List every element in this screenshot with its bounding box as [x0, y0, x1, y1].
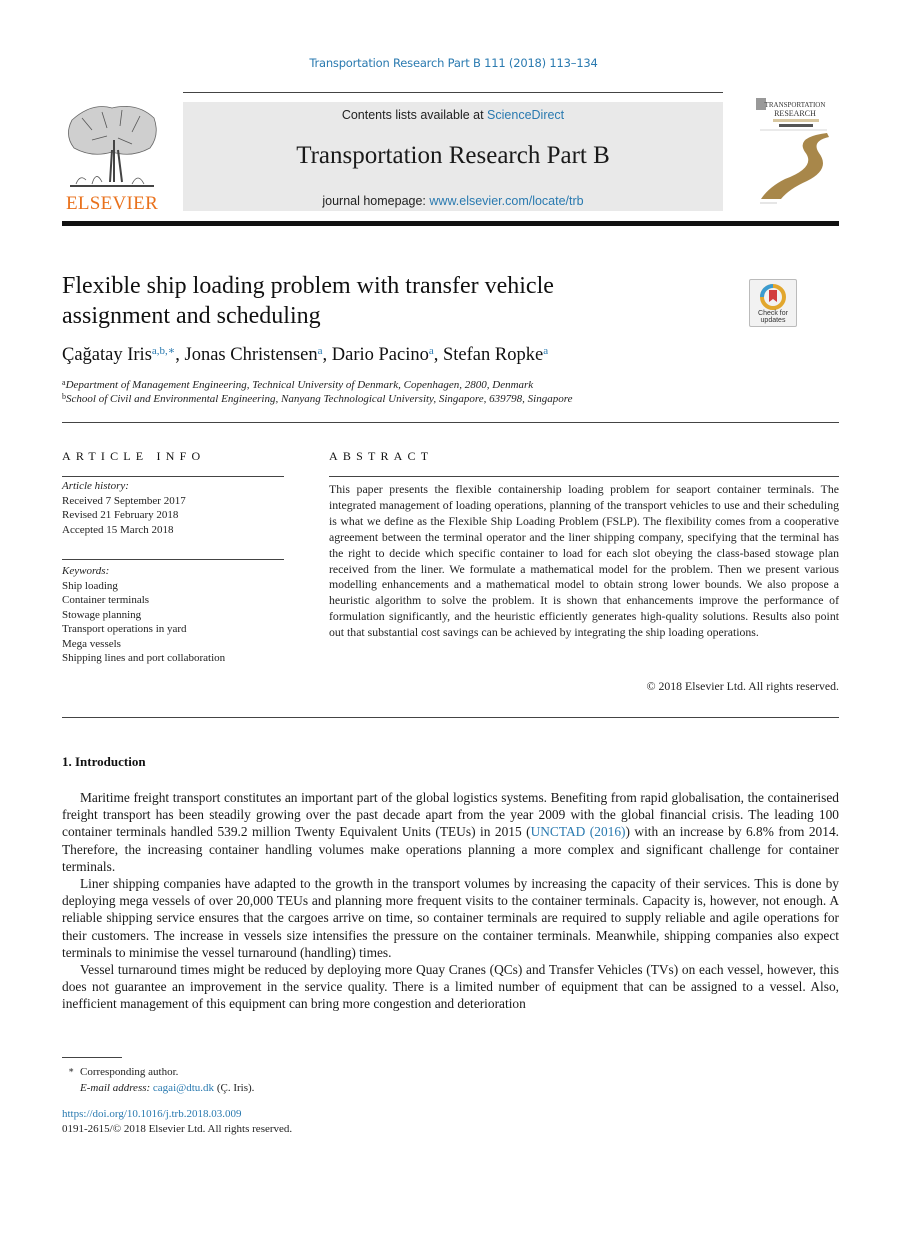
author-marks[interactable]: a,b,∗: [152, 345, 175, 357]
divider: [62, 717, 839, 718]
journal-homepage-link[interactable]: www.elsevier.com/locate/trb: [429, 194, 583, 208]
history-accepted: Accepted 15 March 2018: [62, 523, 174, 536]
journal-cover[interactable]: TRANSPORTATION RESEARCH: [755, 97, 831, 207]
header-rule: [183, 92, 723, 93]
keyword: Shipping lines and port collaboration: [62, 652, 226, 664]
paper-title-line2: assignment and scheduling: [62, 303, 321, 329]
paragraph: Liner shipping companies have adapted to…: [62, 876, 839, 960]
keyword: Transport operations in yard: [62, 623, 187, 635]
crossmark-line1: Check for: [758, 310, 789, 317]
footnote-rule: [62, 1057, 122, 1058]
corresponding-author: Corresponding author.: [80, 1066, 179, 1078]
history-received: Received 7 September 2017: [62, 494, 186, 507]
doi-block: https://doi.org/10.1016/j.trb.2018.03.00…: [62, 1107, 292, 1137]
author-separator: ,: [322, 345, 332, 365]
check-for-updates-button[interactable]: Check for updates: [749, 279, 797, 327]
cover-title-line2: RESEARCH: [774, 109, 816, 118]
paragraph: Maritime freight transport constitutes a…: [62, 789, 839, 875]
email-link[interactable]: cagai@dtu.dk: [153, 1082, 214, 1094]
homepage-prefix: journal homepage:: [322, 194, 430, 208]
affiliation-text: School of Civil and Environmental Engine…: [66, 393, 573, 405]
citation-link[interactable]: UNCTAD (2016): [531, 824, 626, 839]
paper-title-line1: Flexible ship loading problem with trans…: [62, 273, 554, 299]
article-info-heading: ARTICLE INFO: [62, 449, 206, 463]
journal-cover-icon: TRANSPORTATION RESEARCH: [756, 98, 829, 204]
keyword: Container terminals: [62, 594, 150, 606]
header-thick-rule: [62, 221, 839, 226]
sciencedirect-link[interactable]: ScienceDirect: [487, 108, 564, 122]
keyword: Stowage planning: [62, 608, 142, 621]
article-history-label: Article history:: [62, 480, 129, 492]
article-history: Article history: Received 7 September 20…: [62, 479, 186, 537]
author-name[interactable]: Jonas Christensen: [185, 345, 318, 365]
abstract-heading: ABSTRACT: [329, 449, 434, 463]
divider: [62, 476, 284, 477]
paper-title: Flexible ship loading problem with trans…: [62, 271, 622, 331]
abstract-copyright: © 2018 Elsevier Ltd. All rights reserved…: [646, 679, 839, 693]
email-suffix: (Ç. Iris).: [214, 1081, 255, 1094]
divider: [62, 559, 284, 560]
history-revised: Revised 21 February 2018: [62, 509, 179, 521]
crossmark-line2: updates: [761, 317, 786, 324]
author-marks[interactable]: a: [543, 345, 548, 357]
footnote: ∗ Corresponding author. E-mail address: c…: [62, 1063, 254, 1096]
journal-header: Contents lists available at ScienceDirec…: [183, 102, 723, 211]
doi-link[interactable]: https://doi.org/10.1016/j.trb.2018.03.00…: [62, 1108, 241, 1120]
affiliation-b: bSchool of Civil and Environmental Engin…: [62, 392, 572, 405]
elsevier-wordmark: ELSEVIER: [65, 193, 159, 214]
keywords: Keywords: Ship loading Container termina…: [62, 564, 225, 666]
contents-line: Contents lists available at ScienceDirec…: [183, 108, 723, 122]
paragraph: Vessel turnaround times might be reduced…: [62, 962, 839, 1012]
issn-line: 0191-2615/© 2018 Elsevier Ltd. All right…: [62, 1123, 293, 1135]
homepage-line: journal homepage: www.elsevier.com/locat…: [183, 194, 723, 208]
author-separator: ,: [433, 345, 443, 365]
email-label: E-mail address:: [80, 1081, 153, 1094]
introduction-body: Maritime freight transport constitutes a…: [62, 789, 839, 1013]
cover-title-line1: TRANSPORTATION: [765, 101, 826, 109]
author-list: Çağatay Irisa,b,∗, Jonas Christensen a, D…: [62, 344, 548, 366]
divider: [329, 476, 839, 477]
contents-prefix: Contents lists available at: [341, 108, 488, 122]
keyword: Mega vessels: [62, 637, 121, 650]
journal-title: Transportation Research Part B: [296, 142, 610, 169]
check-for-updates-icon: Check for updates: [758, 284, 789, 324]
abstract-text: This paper presents the flexible contain…: [329, 482, 839, 640]
affiliation-text: Department of Management Engineering, Te…: [65, 379, 534, 391]
author-name[interactable]: Stefan Ropke: [443, 345, 543, 365]
author-name[interactable]: Dario Pacino: [332, 345, 429, 365]
elsevier-tree-icon: [68, 105, 157, 187]
running-head[interactable]: Transportation Research Part B 111 (2018…: [0, 56, 907, 70]
author-separator: ,: [175, 345, 185, 365]
keywords-label: Keywords:: [62, 565, 110, 577]
divider: [62, 422, 839, 423]
section-heading-introduction: 1. Introduction: [62, 754, 146, 769]
author-name[interactable]: Çağatay Iris: [62, 345, 152, 365]
affiliation-a: aDepartment of Management Engineering, T…: [62, 378, 533, 391]
footnote-star: ∗: [67, 1065, 75, 1075]
keyword: Ship loading: [62, 579, 118, 592]
